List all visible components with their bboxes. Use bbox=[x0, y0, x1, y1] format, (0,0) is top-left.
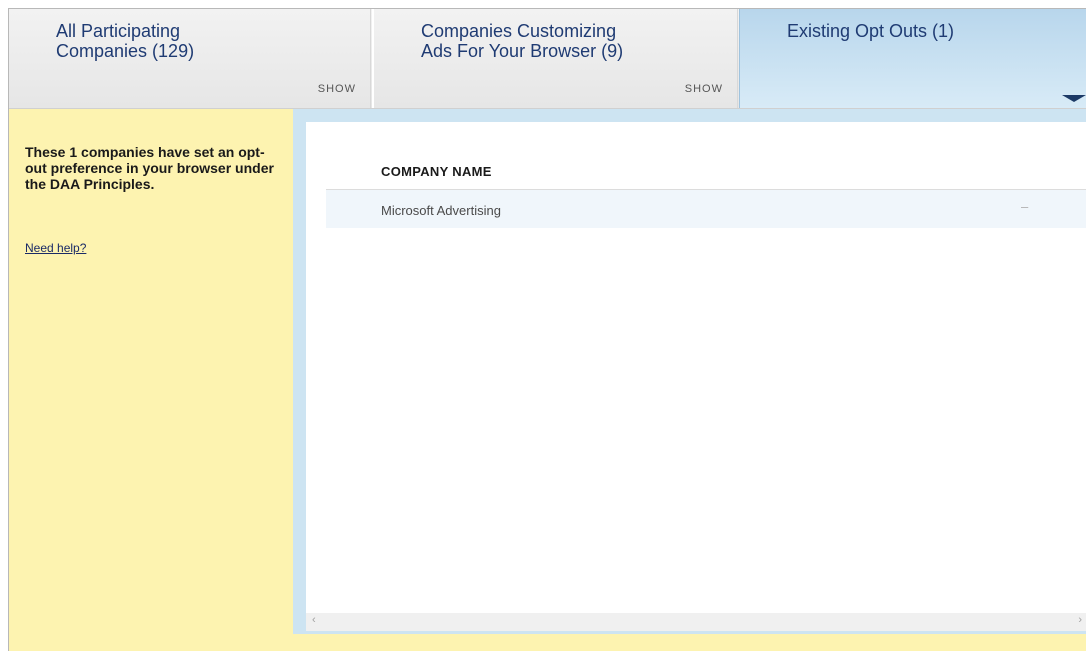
opt-out-summary: These 1 companies have set an opt-out pr… bbox=[25, 144, 274, 192]
tab-label: Companies Customizing Ads For Your Brows… bbox=[421, 21, 624, 61]
horizontal-scrollbar[interactable]: ‹ › bbox=[306, 613, 1086, 631]
tab-bar: All Participating Companies (129) SHOW C… bbox=[9, 9, 1086, 109]
active-tab-arrow-icon bbox=[1062, 95, 1086, 102]
scroll-left-icon[interactable]: ‹ bbox=[312, 614, 316, 626]
company-name: Microsoft Advertising bbox=[381, 203, 501, 218]
tab-label: All Participating Companies (129) bbox=[56, 21, 195, 61]
bottom-strip bbox=[293, 634, 1086, 651]
show-button[interactable]: SHOW bbox=[685, 83, 723, 95]
need-help-link[interactable]: Need help? bbox=[25, 241, 86, 255]
opt-out-panel: All Participating Companies (129) SHOW C… bbox=[8, 8, 1086, 651]
tab-companies-customizing-ads[interactable]: Companies Customizing Ads For Your Brows… bbox=[372, 9, 738, 108]
opt-out-status: – bbox=[1021, 199, 1029, 214]
table-row[interactable]: Microsoft Advertising – bbox=[326, 190, 1086, 228]
tab-all-participating-companies[interactable]: All Participating Companies (129) SHOW bbox=[9, 9, 371, 108]
company-table: COMPANY NAME Microsoft Advertising – ‹ › bbox=[306, 122, 1086, 631]
content-border: COMPANY NAME Microsoft Advertising – ‹ › bbox=[293, 109, 1086, 651]
show-button[interactable]: SHOW bbox=[318, 83, 356, 95]
tab-label: Existing Opt Outs (1) bbox=[787, 21, 955, 41]
info-sidebar: These 1 companies have set an opt-out pr… bbox=[9, 109, 302, 651]
scroll-right-icon[interactable]: › bbox=[1078, 614, 1082, 626]
tab-existing-opt-outs[interactable]: Existing Opt Outs (1) bbox=[739, 9, 1086, 108]
column-header-company-name: COMPANY NAME bbox=[381, 164, 492, 179]
